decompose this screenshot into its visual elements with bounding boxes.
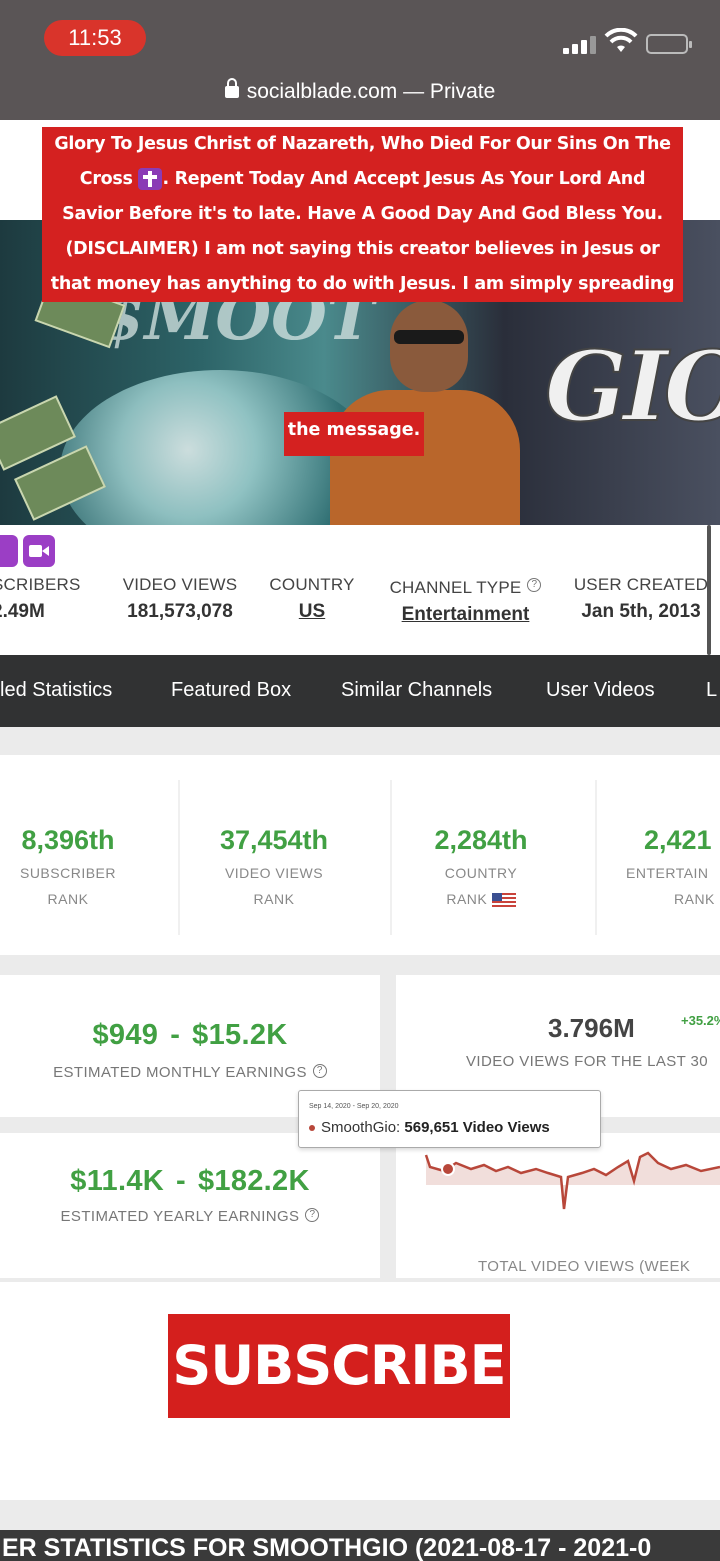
video-camera-icon[interactable] — [23, 535, 55, 567]
cellular-signal-icon — [563, 34, 597, 54]
info-icon[interactable]: ? — [312, 1064, 327, 1078]
rank-entertainment: 2,421 ENTERTAIN RANK — [626, 825, 715, 907]
overlay-line-1: Glory To Jesus Christ of Nazareth, Who D… — [54, 134, 671, 154]
chart-tooltip: Sep 14, 2020 - Sep 20, 2020 SmoothGio: 5… — [298, 1090, 601, 1148]
weekly-views-card: TOTAL VIDEO VIEWS (WEEK — [396, 1133, 720, 1278]
channel-type-link[interactable]: Entertainment — [378, 604, 553, 626]
info-icon[interactable]: ? — [305, 1208, 320, 1222]
overlay-line-3: Savior Before it's to late. Have A Good … — [62, 204, 663, 224]
views-30-value: 3.796M — [548, 1013, 635, 1043]
url-text: socialblade.com — Private — [246, 80, 496, 103]
overlay-line-6: the message. — [284, 412, 424, 456]
stat-subscribers: SCRIBERS 2.49M — [0, 575, 81, 622]
rank-country: 2,284th COUNTRY RANK — [434, 825, 528, 908]
yearly-earnings-card: $11.4K - $182.2K ESTIMATED YEARLY EARNINGS… — [0, 1133, 380, 1278]
tooltip-value: SmoothGio: 569,651 Video Views — [309, 1119, 550, 1136]
rank-panel: 8,396th SUBSCRIBER RANK 37,454th VIDEO VI… — [0, 755, 720, 955]
url-bar[interactable]: socialblade.com — Private — [0, 74, 720, 110]
rank-subscriber: 8,396th SUBSCRIBER RANK — [19, 825, 117, 907]
weekly-views-sparkline[interactable] — [396, 1133, 720, 1233]
nav-user-videos[interactable]: User Videos — [546, 679, 655, 702]
overlay-line-5: that money has anything to do with Jesus… — [50, 274, 675, 294]
tooltip-date: Sep 14, 2020 - Sep 20, 2020 — [309, 1103, 399, 1110]
stat-country: COUNTRY US — [262, 575, 362, 623]
nav-similar-channels[interactable]: Similar Channels — [341, 679, 492, 702]
cross-icon — [138, 168, 163, 190]
stat-video-views: VIDEO VIEWS 181,573,078 — [122, 575, 238, 622]
status-time: 11:53 — [44, 20, 146, 56]
stat-user-created: USER CREATED Jan 5th, 2013 — [573, 575, 709, 622]
battery-icon — [646, 34, 692, 54]
divider — [595, 780, 597, 935]
overlay-line-4: (DISCLAIMER) I am not saying this creato… — [65, 239, 660, 259]
statistics-header-bar: ER STATISTICS FOR SMOOTHGIO (2021-08-17 … — [0, 1530, 720, 1561]
nav-featured-box[interactable]: Featured Box — [171, 679, 291, 702]
nav-more[interactable]: L — [706, 679, 717, 702]
stat-channel-type: CHANNEL TYPE? Entertainment — [378, 578, 553, 626]
overlay-message: Glory To Jesus Christ of Nazareth, Who D… — [42, 127, 683, 302]
social-link-icon[interactable] — [0, 535, 18, 567]
nav-detailed-statistics[interactable]: led Statistics — [0, 679, 112, 702]
statistics-header-text: ER STATISTICS FOR SMOOTHGIO (2021-08-17 … — [2, 1534, 652, 1561]
channel-header: $MOOT GIO Glory To Jesus Christ of Nazar… — [0, 120, 720, 525]
scroll-indicator[interactable] — [707, 525, 711, 655]
section-nav: led Statistics Featured Box Similar Chan… — [0, 655, 720, 727]
channel-stats-row: SCRIBERS 2.49M VIDEO VIEWS 181,573,078 C… — [0, 525, 720, 655]
country-link[interactable]: US — [262, 601, 362, 623]
banner-gio-text: GIO — [544, 329, 720, 444]
us-flag-icon — [491, 893, 516, 908]
overlay-line-2: Cross . Repent Today And Accept Jesus As… — [79, 168, 646, 190]
rank-video-views: 37,454th VIDEO VIEWS RANK — [219, 825, 329, 907]
views-30-change: +35.2% — [681, 1013, 720, 1028]
subscribe-button[interactable]: SUBSCRIBE — [168, 1314, 510, 1418]
chart-point-highlight[interactable] — [441, 1162, 455, 1176]
status-bar: 11:53 socialblade.com — Private — [0, 0, 720, 120]
weekly-views-caption: TOTAL VIDEO VIEWS (WEEK — [478, 1258, 691, 1275]
subscribe-panel: SUBSCRIBE — [0, 1282, 720, 1500]
wifi-icon — [604, 28, 638, 52]
lock-icon — [224, 78, 239, 98]
info-icon[interactable]: ? — [527, 578, 542, 592]
views-30-caption: VIDEO VIEWS FOR THE LAST 30 — [466, 1053, 708, 1070]
